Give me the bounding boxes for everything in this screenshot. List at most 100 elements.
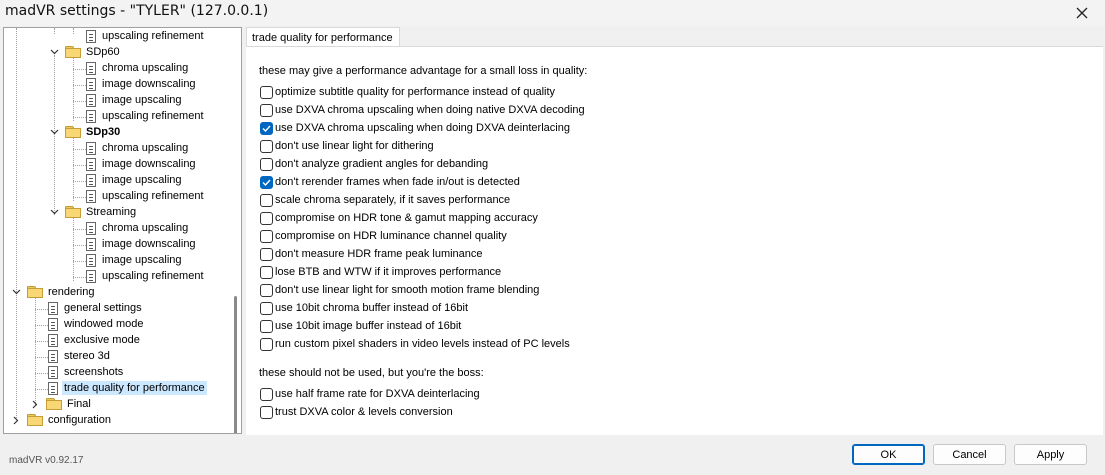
option-checkbox-row[interactable]: optimize subtitle quality for performanc… <box>260 84 555 100</box>
tree-scrollbar[interactable] <box>234 296 237 433</box>
tree-item-configuration[interactable]: configuration <box>27 412 113 428</box>
tree-item-sdp30[interactable]: SDp30 <box>65 124 122 140</box>
document-icon <box>48 365 58 379</box>
expand-toggle[interactable] <box>30 399 40 409</box>
option-checkbox-row[interactable]: run custom pixel shaders in video levels… <box>260 336 570 352</box>
document-icon <box>86 221 96 235</box>
tree-item-image-downscaling[interactable]: image downscaling <box>86 156 198 172</box>
option-checkbox-row[interactable]: compromise on HDR luminance channel qual… <box>260 228 507 244</box>
option-checkbox-row[interactable]: lose BTB and WTW if it improves performa… <box>260 264 501 280</box>
checkbox[interactable] <box>260 175 273 189</box>
version-label: madVR v0.92.17 <box>9 455 84 466</box>
option-checkbox-row[interactable]: don't use linear light for dithering <box>260 138 434 154</box>
tree-item-sdp60[interactable]: SDp60 <box>65 44 122 60</box>
option-label: don't use linear light for dithering <box>275 140 434 152</box>
checkbox[interactable] <box>260 319 273 333</box>
tree-item-image-upscaling[interactable]: image upscaling <box>86 172 184 188</box>
document-icon <box>86 269 96 283</box>
tree-item-chroma-upscaling[interactable]: chroma upscaling <box>86 60 190 76</box>
option-checkbox-row[interactable]: scale chroma separately, if it saves per… <box>260 192 510 208</box>
tree-item-upscaling-refinement[interactable]: upscaling refinement <box>86 28 206 44</box>
expand-toggle[interactable] <box>11 415 21 425</box>
document-icon <box>86 173 96 187</box>
collapse-toggle[interactable] <box>11 287 21 297</box>
option-checkbox-row[interactable]: compromise on HDR tone & gamut mapping a… <box>260 210 538 226</box>
close-button[interactable] <box>1059 0 1105 26</box>
tree-item-exclusive-mode[interactable]: exclusive mode <box>48 332 142 348</box>
document-icon <box>86 157 96 171</box>
document-icon <box>48 317 58 331</box>
tree-item-streaming[interactable]: Streaming <box>65 204 138 220</box>
collapse-toggle[interactable] <box>49 47 59 57</box>
section-heading-performance: these may give a performance advantage f… <box>259 65 588 77</box>
tree-item-chroma-upscaling[interactable]: chroma upscaling <box>86 220 190 236</box>
folder-icon <box>46 398 62 410</box>
chevron-down-icon <box>12 289 20 295</box>
settings-page: these may give a performance advantage f… <box>246 46 1103 435</box>
tree-item-stereo-3d[interactable]: stereo 3d <box>48 348 112 364</box>
settings-tree[interactable]: upscaling refinement SDp60 chroma upscal… <box>3 27 242 434</box>
tree-item-image-upscaling[interactable]: image upscaling <box>86 92 184 108</box>
option-checkbox-row[interactable]: use 10bit chroma buffer instead of 16bit <box>260 300 468 316</box>
option-label: don't rerender frames when fade in/out i… <box>275 176 520 188</box>
checkbox[interactable] <box>260 301 273 315</box>
checkbox[interactable] <box>260 85 273 99</box>
option-checkbox-row[interactable]: don't use linear light for smooth motion… <box>260 282 539 298</box>
document-icon <box>86 109 96 123</box>
option-label: don't use linear light for smooth motion… <box>275 284 540 296</box>
checkbox[interactable] <box>260 283 273 297</box>
tree-item-rendering[interactable]: rendering <box>27 284 96 300</box>
checkbox[interactable] <box>260 193 273 207</box>
checkbox[interactable] <box>260 121 273 135</box>
option-label: use DXVA chroma upscaling when doing DXV… <box>275 122 570 134</box>
tree-item-image-downscaling[interactable]: image downscaling <box>86 76 198 92</box>
chevron-right-icon <box>32 400 38 408</box>
checkbox[interactable] <box>260 211 273 225</box>
apply-button[interactable]: Apply <box>1014 444 1087 465</box>
tree-item-chroma-upscaling[interactable]: chroma upscaling <box>86 140 190 156</box>
checkbox[interactable] <box>260 247 273 261</box>
chevron-right-icon <box>13 416 19 424</box>
folder-icon <box>65 46 81 58</box>
tree-item-trade-quality[interactable]: trade quality for performance <box>48 380 207 396</box>
checkbox[interactable] <box>260 405 273 419</box>
document-icon <box>86 29 96 43</box>
document-icon <box>86 93 96 107</box>
option-checkbox-row[interactable]: use DXVA chroma upscaling when doing DXV… <box>260 120 570 136</box>
option-checkbox-row[interactable]: don't analyze gradient angles for deband… <box>260 156 488 172</box>
option-checkbox-row[interactable]: use half frame rate for DXVA deinterlaci… <box>260 386 480 402</box>
option-label: use DXVA chroma upscaling when doing nat… <box>275 104 585 116</box>
collapse-toggle[interactable] <box>49 127 59 137</box>
checkbox[interactable] <box>260 139 273 153</box>
option-label: scale chroma separately, if it saves per… <box>275 194 511 206</box>
tab-trade-quality[interactable]: trade quality for performance <box>246 27 400 47</box>
checkbox[interactable] <box>260 387 273 401</box>
tree-item-upscaling-refinement[interactable]: upscaling refinement <box>86 268 206 284</box>
checkbox[interactable] <box>260 229 273 243</box>
option-label: use half frame rate for DXVA deinterlaci… <box>275 388 480 400</box>
tree-item-image-upscaling[interactable]: image upscaling <box>86 252 184 268</box>
option-checkbox-row[interactable]: don't rerender frames when fade in/out i… <box>260 174 520 190</box>
tree-item-image-downscaling[interactable]: image downscaling <box>86 236 198 252</box>
tree-item-windowed-mode[interactable]: windowed mode <box>48 316 146 332</box>
tree-item-upscaling-refinement[interactable]: upscaling refinement <box>86 188 206 204</box>
option-checkbox-row[interactable]: use DXVA chroma upscaling when doing nat… <box>260 102 585 118</box>
option-label: don't measure HDR frame peak luminance <box>275 248 483 260</box>
option-label: trust DXVA color & levels conversion <box>275 406 453 418</box>
tree-item-final[interactable]: Final <box>46 396 93 412</box>
checkbox[interactable] <box>260 337 273 351</box>
option-checkbox-row[interactable]: use 10bit image buffer instead of 16bit <box>260 318 461 334</box>
checkbox[interactable] <box>260 103 273 117</box>
collapse-toggle[interactable] <box>49 207 59 217</box>
tree-item-general-settings[interactable]: general settings <box>48 300 144 316</box>
tree-item-upscaling-refinement[interactable]: upscaling refinement <box>86 108 206 124</box>
option-checkbox-row[interactable]: trust DXVA color & levels conversion <box>260 404 453 420</box>
checkbox[interactable] <box>260 157 273 171</box>
option-checkbox-row[interactable]: don't measure HDR frame peak luminance <box>260 246 483 262</box>
document-icon <box>86 141 96 155</box>
tree-item-screenshots[interactable]: screenshots <box>48 364 125 380</box>
ok-button[interactable]: OK <box>852 444 925 465</box>
document-icon <box>48 381 58 395</box>
checkbox[interactable] <box>260 265 273 279</box>
cancel-button[interactable]: Cancel <box>933 444 1006 465</box>
